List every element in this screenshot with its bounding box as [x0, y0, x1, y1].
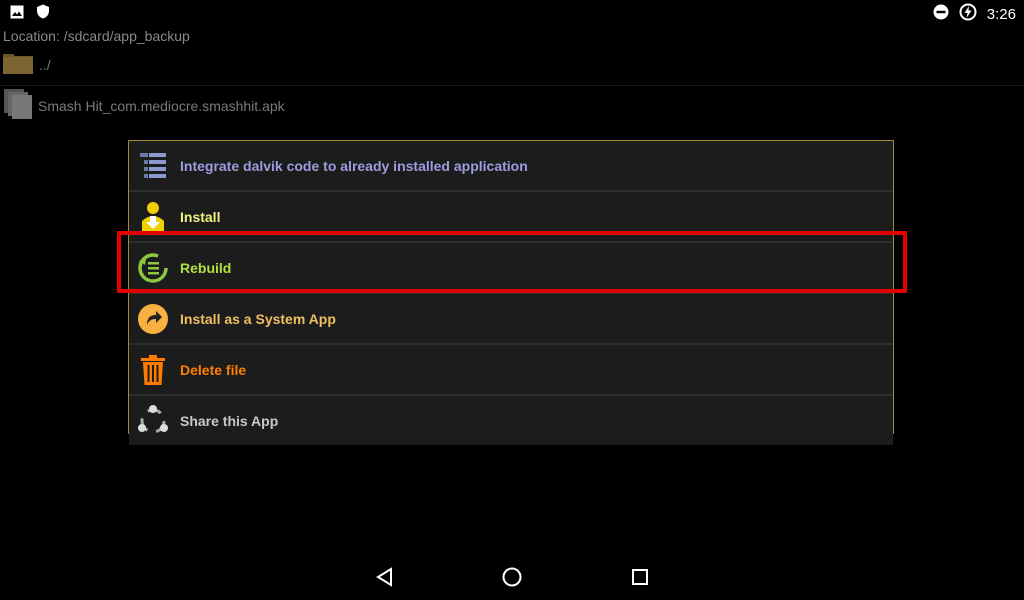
list-item-apk[interactable]: Smash Hit_com.mediocre.smashhit.apk: [0, 86, 1024, 126]
trash-icon: [136, 353, 170, 387]
file-action-menu: Integrate dalvik code to already install…: [128, 140, 894, 445]
system-app-icon: [136, 302, 170, 336]
list-item-parent-folder[interactable]: ../: [0, 45, 1024, 86]
menu-item-label: Install as a System App: [180, 310, 336, 327]
menu-item-share-app[interactable]: Share this App: [129, 396, 893, 445]
menu-item-integrate-dalvik[interactable]: Integrate dalvik code to already install…: [129, 141, 893, 192]
home-icon[interactable]: [499, 564, 525, 590]
shield-icon: [36, 4, 50, 24]
recents-icon[interactable]: [627, 564, 653, 590]
status-bar: 3:26: [0, 0, 1024, 24]
image-icon: [10, 5, 24, 24]
location-path: Location: /sdcard/app_backup: [3, 28, 190, 44]
file-label: ../: [39, 57, 51, 73]
folder-icon: [3, 52, 33, 79]
menu-item-delete-file[interactable]: Delete file: [129, 345, 893, 396]
menu-item-install[interactable]: Install: [129, 192, 893, 243]
menu-item-install-system-app[interactable]: Install as a System App: [129, 294, 893, 345]
install-icon: [136, 200, 170, 234]
stack-icon: [136, 149, 170, 183]
battery-charging-icon: [959, 3, 977, 26]
menu-item-label: Share this App: [180, 412, 279, 429]
menu-item-label: Install: [180, 208, 221, 225]
share-icon: [136, 404, 170, 438]
do-not-disturb-icon: [933, 4, 949, 25]
file-label: Smash Hit_com.mediocre.smashhit.apk: [38, 98, 285, 114]
back-icon[interactable]: [372, 564, 398, 590]
menu-item-rebuild[interactable]: Rebuild: [129, 243, 893, 294]
menu-item-label: Integrate dalvik code to already install…: [180, 157, 528, 174]
navigation-bar: [0, 552, 1024, 600]
menu-item-label: Delete file: [180, 361, 247, 378]
file-icon: [4, 88, 32, 124]
clock: 3:26: [986, 6, 1016, 23]
rebuild-icon: [136, 251, 170, 285]
menu-item-label: Rebuild: [180, 259, 232, 276]
